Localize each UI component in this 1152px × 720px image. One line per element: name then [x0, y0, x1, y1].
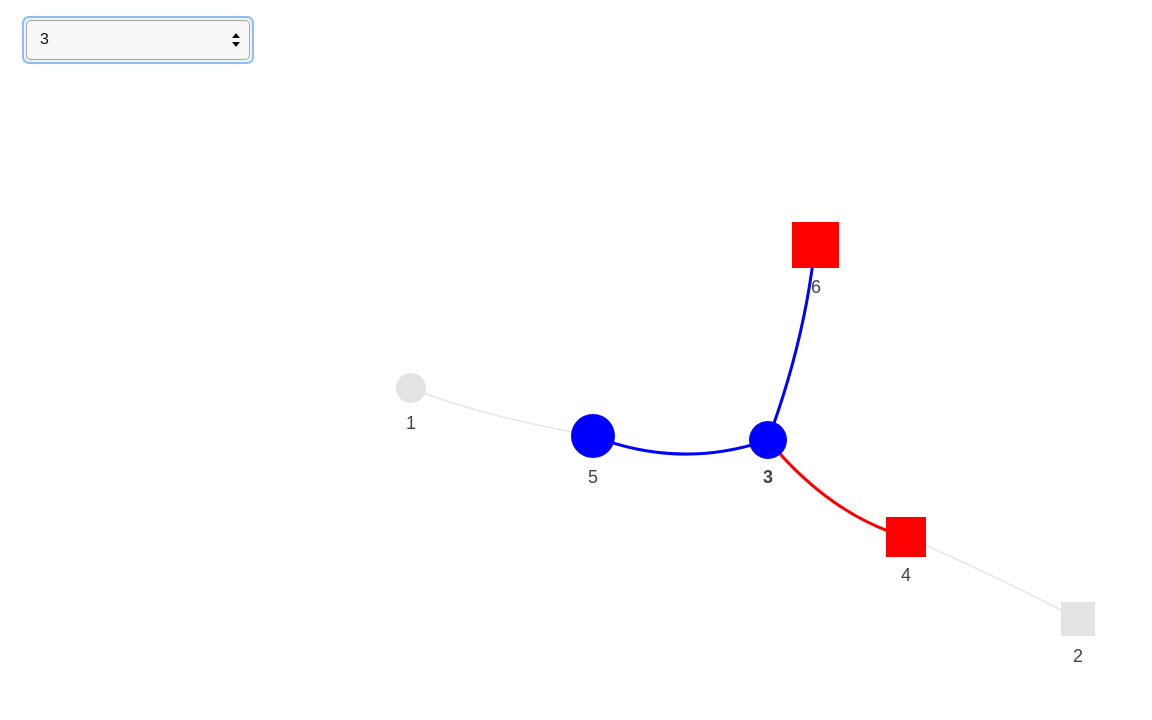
edge-4-2	[905, 536, 1079, 620]
edges-layer	[410, 244, 1079, 620]
node-label-5: 5	[588, 467, 598, 487]
network-graph: 1 2 3 4 5 6	[396, 222, 1095, 666]
edge-3-6	[766, 244, 817, 441]
nodes-layer	[396, 222, 1095, 636]
edge-5-3	[592, 434, 769, 456]
node-4[interactable]	[886, 517, 926, 557]
node-label-4: 4	[901, 565, 911, 585]
labels-layer: 1 2 3 4 5 6	[406, 277, 1083, 666]
node-6[interactable]	[792, 222, 839, 268]
node-label-2: 2	[1073, 646, 1083, 666]
node-1[interactable]	[396, 373, 426, 403]
node-3[interactable]	[749, 421, 787, 459]
node-label-1: 1	[406, 413, 416, 433]
node-label-3: 3	[763, 467, 773, 487]
edge-3-4	[766, 439, 907, 539]
node-label-6: 6	[811, 277, 821, 297]
edge-1-5	[410, 387, 594, 437]
graph-viewer: 3 1 2 3 4 5 6	[0, 0, 1152, 720]
node-2[interactable]	[1061, 602, 1095, 636]
node-5[interactable]	[571, 414, 615, 458]
